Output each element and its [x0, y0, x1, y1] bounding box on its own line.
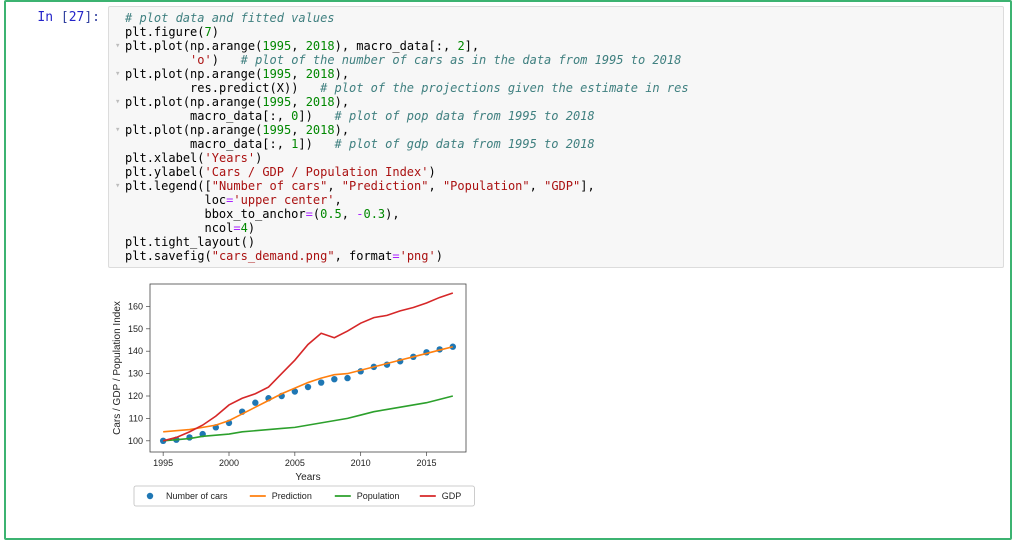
data-marker — [318, 379, 324, 385]
code-text: plt.tight_layout() — [125, 235, 995, 249]
code-line[interactable]: # plot data and fitted values — [115, 11, 995, 25]
code-line[interactable]: 'o') # plot of the number of cars as in … — [115, 53, 995, 67]
legend-label: Population — [357, 491, 400, 501]
code-line[interactable]: plt.tight_layout() — [115, 235, 995, 249]
prompt-number: 27 — [69, 10, 85, 25]
fold-gutter-icon — [115, 165, 125, 179]
fold-gutter-icon — [115, 81, 125, 95]
code-line[interactable]: res.predict(X)) # plot of the projection… — [115, 81, 995, 95]
data-marker — [305, 384, 311, 390]
input-prompt: In [27]: — [10, 6, 108, 25]
x-tick-label: 2000 — [219, 458, 239, 468]
code-text: plt.plot(np.arange(1995, 2018), — [125, 67, 995, 81]
code-text: macro_data[:, 1]) # plot of gdp data fro… — [125, 137, 995, 151]
code-text: macro_data[:, 0]) # plot of pop data fro… — [125, 109, 995, 123]
code-line[interactable]: loc='upper center', — [115, 193, 995, 207]
data-marker — [344, 375, 350, 381]
code-line[interactable]: plt.figure(7) — [115, 25, 995, 39]
code-text: # plot data and fitted values — [125, 11, 995, 25]
code-text: res.predict(X)) # plot of the projection… — [125, 81, 995, 95]
fold-gutter-icon[interactable]: ▾ — [115, 123, 125, 137]
fold-gutter-icon — [115, 235, 125, 249]
fold-gutter-icon[interactable]: ▾ — [115, 39, 125, 53]
fold-gutter-icon[interactable]: ▾ — [115, 179, 125, 193]
x-axis-label: Years — [295, 472, 320, 483]
fold-gutter-icon — [115, 11, 125, 25]
fold-gutter-icon — [115, 151, 125, 165]
code-text: plt.plot(np.arange(1995, 2018), — [125, 123, 995, 137]
code-line[interactable]: plt.savefig("cars_demand.png", format='p… — [115, 249, 995, 263]
legend-label: Prediction — [272, 491, 312, 501]
series-line — [163, 396, 453, 441]
fold-gutter-icon — [115, 137, 125, 151]
fold-gutter-icon[interactable]: ▾ — [115, 67, 125, 81]
x-tick-label: 2010 — [351, 458, 371, 468]
fold-gutter-icon — [115, 109, 125, 123]
cell-output-area: 100 110 120 130 140 150 160 1995 2000 2005 2010 201… — [108, 276, 1004, 516]
y-tick-label: 100 — [128, 436, 143, 446]
y-tick-label: 120 — [128, 391, 143, 401]
code-line[interactable]: macro_data[:, 0]) # plot of pop data fro… — [115, 109, 995, 123]
code-line[interactable]: bbox_to_anchor=(0.5, -0.3), — [115, 207, 995, 221]
data-marker — [252, 400, 258, 406]
code-editor[interactable]: # plot data and fitted valuesplt.figure(… — [108, 6, 1004, 268]
code-text: loc='upper center', — [125, 193, 995, 207]
fold-gutter-icon — [115, 207, 125, 221]
code-text: plt.plot(np.arange(1995, 2018), macro_da… — [125, 39, 995, 53]
code-text: 'o') # plot of the number of cars as in … — [125, 53, 995, 67]
code-line[interactable]: ▾plt.plot(np.arange(1995, 2018), — [115, 95, 995, 109]
code-line[interactable]: plt.ylabel('Cars / GDP / Population Inde… — [115, 165, 995, 179]
fold-gutter-icon — [115, 25, 125, 39]
code-line[interactable]: ▾plt.plot(np.arange(1995, 2018), macro_d… — [115, 39, 995, 53]
y-tick-label: 150 — [128, 324, 143, 334]
chart-svg: 100 110 120 130 140 150 160 1995 2000 2005 2010 201… — [108, 276, 478, 516]
y-tick-label: 140 — [128, 346, 143, 356]
code-text: ncol=4) — [125, 221, 995, 235]
code-text: plt.legend(["Number of cars", "Predictio… — [125, 179, 995, 193]
prompt-label: In — [37, 10, 53, 25]
fold-gutter-icon — [115, 193, 125, 207]
cell-input-area: In [27]: # plot data and fitted valuespl… — [10, 6, 1004, 268]
fold-gutter-icon — [115, 221, 125, 235]
code-line[interactable]: ▾plt.legend(["Number of cars", "Predicti… — [115, 179, 995, 193]
series-line — [163, 293, 453, 441]
x-tick-label: 1995 — [153, 458, 173, 468]
code-line[interactable]: macro_data[:, 1]) # plot of gdp data fro… — [115, 137, 995, 151]
x-tick-label: 2015 — [416, 458, 436, 468]
fold-gutter-icon — [115, 249, 125, 263]
code-line[interactable]: ▾plt.plot(np.arange(1995, 2018), — [115, 67, 995, 81]
plot-frame — [150, 284, 466, 452]
code-line[interactable]: ncol=4) — [115, 221, 995, 235]
legend-label: GDP — [442, 491, 462, 501]
fold-gutter-icon — [115, 53, 125, 67]
code-text: plt.savefig("cars_demand.png", format='p… — [125, 249, 995, 263]
chart-figure: 100 110 120 130 140 150 160 1995 2000 2005 2010 201… — [108, 276, 478, 516]
code-text: plt.figure(7) — [125, 25, 995, 39]
legend-marker-icon — [147, 493, 153, 499]
legend-label: Number of cars — [166, 491, 228, 501]
y-tick-label: 130 — [128, 369, 143, 379]
code-line[interactable]: ▾plt.plot(np.arange(1995, 2018), — [115, 123, 995, 137]
code-line[interactable]: plt.xlabel('Years') — [115, 151, 995, 165]
code-text: plt.ylabel('Cars / GDP / Population Inde… — [125, 165, 995, 179]
data-marker — [331, 376, 337, 382]
code-text: plt.xlabel('Years') — [125, 151, 995, 165]
fold-gutter-icon[interactable]: ▾ — [115, 95, 125, 109]
y-tick-label: 160 — [128, 301, 143, 311]
notebook-cell[interactable]: In [27]: # plot data and fitted valuespl… — [4, 0, 1012, 540]
y-axis-label: Cars / GDP / Population Index — [112, 301, 123, 435]
code-text: plt.plot(np.arange(1995, 2018), — [125, 95, 995, 109]
y-tick-label: 110 — [129, 413, 143, 423]
code-text: bbox_to_anchor=(0.5, -0.3), — [125, 207, 995, 221]
x-tick-label: 2005 — [285, 458, 305, 468]
